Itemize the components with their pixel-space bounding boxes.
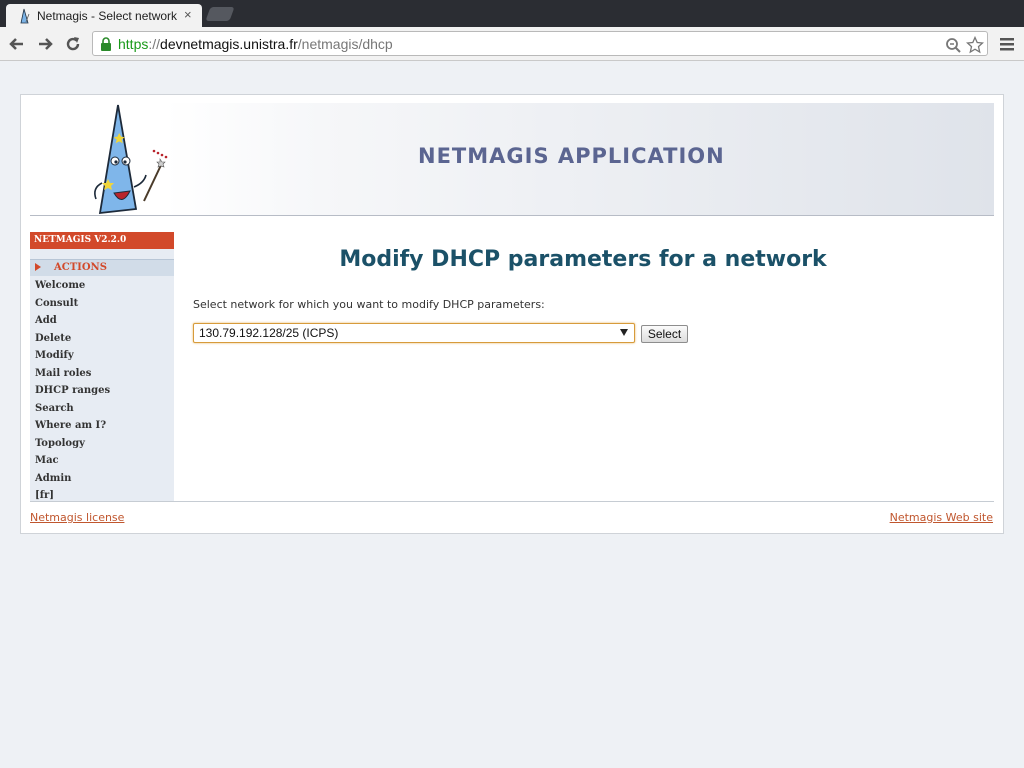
sidebar-item-modify[interactable]: Modify bbox=[30, 348, 174, 366]
sidebar-item-search[interactable]: Search bbox=[30, 401, 174, 419]
triangle-right-icon bbox=[35, 263, 41, 271]
wizard-mascot-logo bbox=[94, 104, 168, 215]
page-frame: NETMAGIS APPLICATION NETMAGIS V2.2.0 ACT… bbox=[20, 94, 1004, 534]
footer-divider bbox=[30, 501, 994, 502]
sidebar-item-where-am-i[interactable]: Where am I? bbox=[30, 418, 174, 436]
actions-section-header: ACTIONS bbox=[30, 259, 174, 276]
main-content: Modify DHCP parameters for a network Sel… bbox=[193, 245, 993, 495]
url-host: devnetmagis.unistra.fr bbox=[160, 36, 298, 52]
url-text: https://devnetmagis.unistra.fr/netmagis/… bbox=[118, 36, 393, 52]
sidebar-item-mail-roles[interactable]: Mail roles bbox=[30, 366, 174, 384]
browser-toolbar: https://devnetmagis.unistra.fr/netmagis/… bbox=[0, 27, 1024, 61]
sidebar-item-dhcp-ranges[interactable]: DHCP ranges bbox=[30, 383, 174, 401]
sidebar-item-mac[interactable]: Mac bbox=[30, 453, 174, 471]
license-link[interactable]: Netmagis license bbox=[30, 511, 124, 524]
magnifier-icon[interactable] bbox=[944, 36, 962, 54]
actions-label: ACTIONS bbox=[54, 262, 107, 273]
sidebar: NETMAGIS V2.2.0 ACTIONS Welcome Consult … bbox=[30, 232, 174, 502]
sidebar-item-add[interactable]: Add bbox=[30, 313, 174, 331]
network-select-value: 130.79.192.128/25 (ICPS) bbox=[199, 326, 339, 340]
sidebar-item-welcome[interactable]: Welcome bbox=[30, 278, 174, 296]
sidebar-item-topology[interactable]: Topology bbox=[30, 436, 174, 454]
network-select[interactable]: 130.79.192.128/25 (ICPS) bbox=[193, 323, 635, 343]
website-link[interactable]: Netmagis Web site bbox=[890, 511, 993, 524]
browser-tabstrip: Netmagis - Select network × bbox=[0, 0, 1024, 28]
back-button[interactable] bbox=[5, 32, 29, 56]
instruction-text: Select network for which you want to mod… bbox=[193, 298, 545, 311]
page-title: Modify DHCP parameters for a network bbox=[339, 247, 827, 272]
url-scheme: https bbox=[118, 36, 149, 52]
reload-button[interactable] bbox=[61, 32, 85, 56]
forward-button[interactable] bbox=[33, 32, 57, 56]
dropdown-arrow-icon bbox=[620, 329, 628, 336]
url-separator: :// bbox=[148, 36, 161, 52]
app-title: NETMAGIS APPLICATION bbox=[418, 144, 725, 168]
header-banner: NETMAGIS APPLICATION bbox=[30, 103, 994, 216]
wizard-hat-icon bbox=[20, 8, 30, 24]
sidebar-item-delete[interactable]: Delete bbox=[30, 331, 174, 349]
sidebar-menu: Welcome Consult Add Delete Modify Mail r… bbox=[30, 278, 174, 506]
sidebar-item-consult[interactable]: Consult bbox=[30, 296, 174, 314]
sidebar-item-admin[interactable]: Admin bbox=[30, 471, 174, 489]
new-tab-button[interactable] bbox=[205, 7, 235, 21]
forward-arrow-icon bbox=[39, 38, 53, 50]
tab-title: Netmagis - Select network bbox=[37, 9, 178, 23]
hamburger-menu-icon[interactable] bbox=[997, 34, 1017, 54]
url-path: /netmagis/dhcp bbox=[297, 36, 393, 52]
reload-icon bbox=[66, 37, 80, 51]
close-tab-icon[interactable]: × bbox=[184, 7, 192, 22]
lock-icon bbox=[101, 37, 111, 51]
star-icon[interactable] bbox=[966, 36, 984, 54]
select-button[interactable]: Select bbox=[641, 325, 688, 343]
version-label: NETMAGIS V2.2.0 bbox=[30, 232, 174, 249]
sidebar-item-language[interactable]: [fr] bbox=[30, 488, 174, 506]
browser-tab[interactable]: Netmagis - Select network × bbox=[6, 4, 202, 28]
address-bar[interactable]: https://devnetmagis.unistra.fr/netmagis/… bbox=[92, 31, 988, 56]
back-arrow-icon bbox=[9, 38, 23, 50]
